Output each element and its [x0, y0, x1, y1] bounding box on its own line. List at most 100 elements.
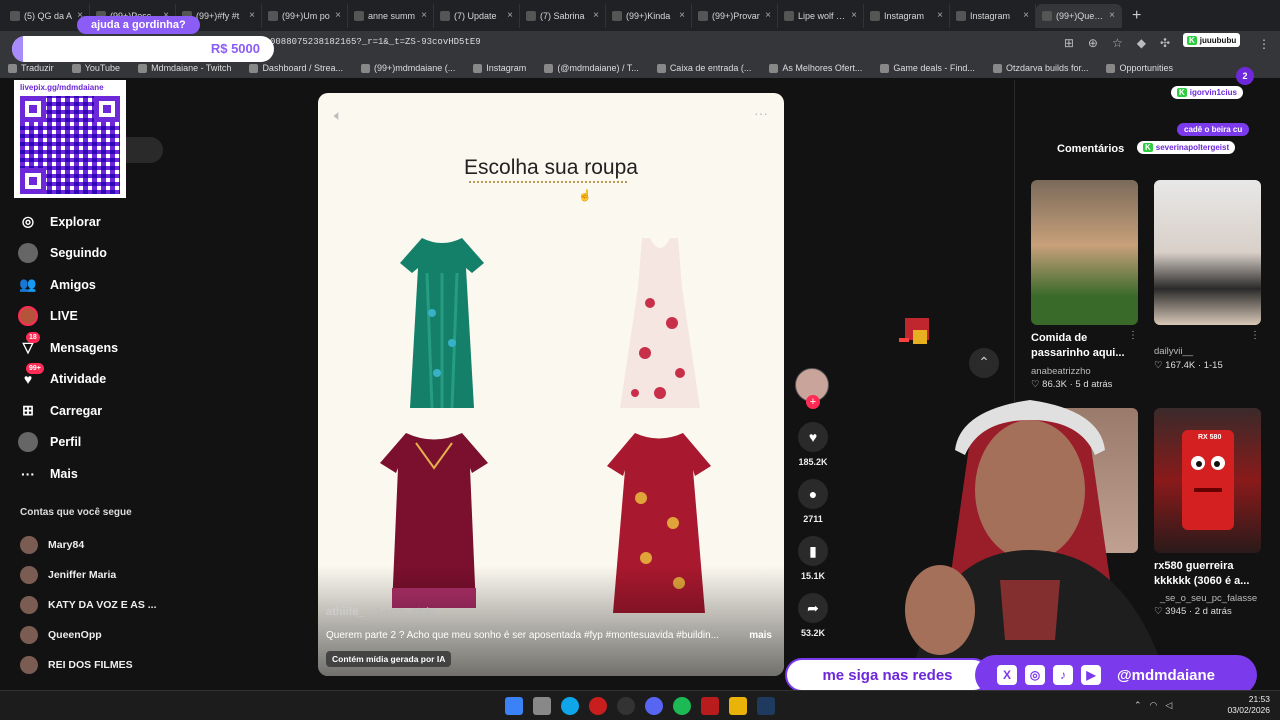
sidebar-item-seguindo[interactable]: Seguindo: [18, 238, 278, 270]
url-text[interactable]: 0088075238182165?_r=1&_t=ZS-93covHD5tE9: [270, 37, 481, 47]
related-video-user[interactable]: anabeatrizzho: [1031, 366, 1091, 377]
close-tab-icon[interactable]: ×: [335, 10, 341, 21]
browser-tab[interactable]: (99+)Provar ×: [692, 3, 778, 28]
sidebar-item-amigos[interactable]: 👥 Amigos: [18, 269, 278, 301]
sidebar-item-perfil[interactable]: Perfil: [18, 427, 278, 459]
volume-tray-icon[interactable]: ◁: [1165, 700, 1172, 711]
close-tab-icon[interactable]: ×: [679, 10, 685, 21]
browser-tab[interactable]: Lipe wolf (@ ×: [778, 3, 864, 28]
browser-tab[interactable]: (99+)Kinda ×: [606, 3, 692, 28]
browser-tab[interactable]: (7) Sabrina ×: [520, 3, 606, 28]
related-video-thumbnail[interactable]: [1154, 180, 1261, 325]
related-video-user[interactable]: dailyvii__: [1154, 346, 1193, 357]
bookmark-icon[interactable]: ▮: [798, 536, 828, 566]
bookmark-item[interactable]: Otzdarva builds for...: [992, 63, 1088, 73]
browser-menu-icon[interactable]: ⋮: [1258, 37, 1270, 51]
account-name: Mary84: [48, 539, 85, 551]
more-dots-icon-glyph: ···: [21, 465, 35, 482]
close-tab-icon[interactable]: ×: [249, 10, 255, 21]
extensions-icon[interactable]: ⊞: [1064, 36, 1074, 50]
close-tab-icon[interactable]: ×: [421, 10, 427, 21]
folder-icon[interactable]: [729, 697, 747, 715]
video-player[interactable]: 🔈︎ ··· Escolha sua roupa ☝ athiife_ · 1 s…: [318, 93, 784, 676]
bookmark-item[interactable]: Caixa de entrada (...: [656, 63, 751, 73]
search-input[interactable]: [125, 137, 163, 163]
zoom-icon[interactable]: ⊕: [1088, 36, 1098, 50]
video-author[interactable]: athiife_ · 1 sem. atrás: [326, 606, 436, 618]
sidebar-item-carregar[interactable]: ⊞ Carregar: [18, 395, 278, 427]
bookmark-item[interactable]: Game deals - Find...: [880, 63, 975, 73]
new-tab-button[interactable]: +: [1132, 7, 1141, 25]
close-tab-icon[interactable]: ×: [1109, 10, 1115, 21]
puzzle-icon[interactable]: ✣: [1160, 36, 1170, 50]
tab-comments[interactable]: Comentários: [1057, 143, 1124, 155]
bookmark-star-icon[interactable]: ☆: [1112, 36, 1123, 50]
tab-title: (5) QG da A: [24, 10, 73, 21]
close-tab-icon[interactable]: ×: [937, 10, 943, 21]
following-account[interactable]: Jeniffer Maria: [20, 560, 280, 590]
wifi-icon[interactable]: ◠: [1150, 700, 1158, 711]
comment-icon[interactable]: ●: [798, 479, 828, 509]
sidebar-item-live[interactable]: LIVE: [18, 301, 278, 333]
browser-tab[interactable]: anne summ ×: [348, 3, 434, 28]
edge-icon[interactable]: [561, 697, 579, 715]
dress-green-image[interactable]: [392, 233, 492, 413]
bookmark-item[interactable]: Mdmdaiane - Twitch: [138, 63, 231, 73]
bookmark-item[interactable]: Traduzir: [8, 63, 54, 73]
volume-icon[interactable]: 🔈︎: [334, 107, 342, 124]
like-count: 185.2K: [798, 457, 828, 467]
tray-chevron-icon[interactable]: ⌃: [1134, 700, 1142, 711]
bookmark-item[interactable]: (@mdmdaiane) / T...: [544, 63, 639, 73]
bookmark-item[interactable]: Instagram: [473, 63, 526, 73]
creator-avatar[interactable]: +: [795, 368, 829, 409]
steam-icon[interactable]: [757, 697, 775, 715]
glitch-decoration: [899, 318, 929, 344]
bookmark-item[interactable]: Opportunities: [1106, 63, 1173, 73]
discord-icon[interactable]: [645, 697, 663, 715]
related-video-thumbnail[interactable]: [1031, 180, 1138, 325]
sidebar-item-label: Atividade: [50, 372, 107, 387]
browser-tab[interactable]: (99+)Querem ×: [1036, 3, 1122, 28]
extension-icon[interactable]: ◆: [1137, 36, 1146, 50]
clock-date: 03/02/2026: [1227, 705, 1270, 715]
task-view-icon[interactable]: [533, 697, 551, 715]
following-account[interactable]: REI DOS FILMES: [20, 650, 280, 680]
more-options-icon[interactable]: ···: [754, 105, 768, 121]
heart-icon[interactable]: ♥: [798, 422, 828, 452]
sidebar-item-mensagens[interactable]: ▽ 18 Mensagens: [18, 331, 278, 364]
browser-tab[interactable]: (99+)Um po ×: [262, 3, 348, 28]
bookmark-item[interactable]: As Melhores Ofert...: [769, 63, 862, 73]
follow-plus-icon[interactable]: +: [806, 395, 820, 409]
bookmark-item[interactable]: Dashboard / Strea...: [249, 63, 343, 73]
share-icon[interactable]: ➦: [798, 593, 828, 623]
sidebar-item-mais[interactable]: ··· Mais: [18, 458, 278, 490]
sidebar-item-explorar[interactable]: ◎ Explorar: [18, 206, 278, 238]
close-tab-icon[interactable]: ×: [851, 10, 857, 21]
dress-white-floral-image[interactable]: [610, 233, 710, 413]
following-account[interactable]: QueenOpp: [20, 620, 280, 650]
chrome-icon[interactable]: [617, 697, 635, 715]
bookmark-item[interactable]: (99+)mdmdaiane (...: [360, 63, 455, 73]
description-more-link[interactable]: mais: [749, 630, 772, 641]
start-icon[interactable]: [505, 697, 523, 715]
app-icon[interactable]: [701, 697, 719, 715]
browser-tab[interactable]: (7) Update ×: [434, 3, 520, 28]
clock[interactable]: 21:53 03/02/2026: [1227, 694, 1270, 716]
close-tab-icon[interactable]: ×: [593, 10, 599, 21]
close-tab-icon[interactable]: ×: [1023, 10, 1029, 21]
close-tab-icon[interactable]: ×: [765, 10, 771, 21]
following-account[interactable]: KATY DA VOZ E AS ...: [20, 590, 280, 620]
profile-chip[interactable]: K juuububu: [1183, 33, 1241, 47]
spotify-icon[interactable]: [673, 697, 691, 715]
bookmark-item[interactable]: YouTube: [71, 63, 120, 73]
sidebar-item-atividade[interactable]: ♥ 99+ Atividade: [18, 363, 278, 396]
scroll-up-button[interactable]: ⌃: [969, 348, 999, 378]
following-account[interactable]: Mary84: [20, 530, 280, 560]
browser-tab[interactable]: Instagram ×: [950, 3, 1036, 28]
opera-icon[interactable]: [589, 697, 607, 715]
related-more-icon[interactable]: ⋮: [1128, 330, 1138, 341]
related-more-icon[interactable]: ⋮: [1250, 330, 1260, 341]
close-tab-icon[interactable]: ×: [507, 10, 513, 21]
browser-tab[interactable]: Instagram ×: [864, 3, 950, 28]
windows-taskbar: ⌃ ◠ ◁ 21:53 03/02/2026: [0, 690, 1280, 720]
